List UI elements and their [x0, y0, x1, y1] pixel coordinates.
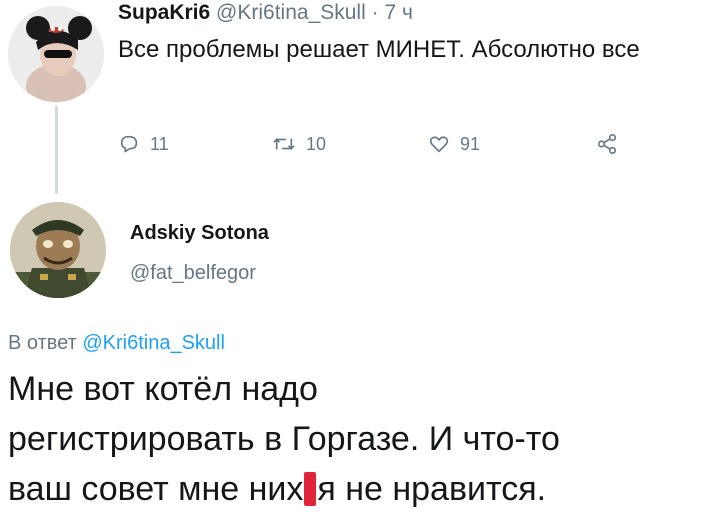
- header-separator: ·: [371, 1, 379, 24]
- tweet-text: Все проблемы решает МИНЕТ. Абсолютно все: [118, 36, 640, 63]
- tweet-actions: 11 10 91: [118, 128, 638, 160]
- reply-button[interactable]: 11: [118, 128, 169, 160]
- reply-author-handle[interactable]: @fat_belfegor: [130, 262, 256, 285]
- reply-count: 11: [150, 133, 169, 154]
- retweet-button[interactable]: 10: [272, 128, 326, 160]
- avatar-image: [8, 6, 104, 102]
- replying-to: В ответ @Kri6tina_Skull: [8, 332, 225, 355]
- author-name[interactable]: SupaKri6: [118, 1, 210, 24]
- avatar[interactable]: [8, 6, 104, 102]
- reply-author-name[interactable]: Adskiy Sotona: [130, 222, 269, 245]
- reply-text-line-2: регистрировать в Горгазе. И что-то: [8, 420, 560, 458]
- original-tweet: SupaKri6 @Kri6tina_Skull · 7 ч Все пробл…: [0, 0, 703, 194]
- replying-to-mention[interactable]: @Kri6tina_Skull: [82, 332, 225, 354]
- retweet-icon: [272, 133, 296, 155]
- reply-text: Мне вот котёл надо регистрировать в Горг…: [8, 364, 703, 514]
- reply-text-line-1: Мне вот котёл надо: [8, 370, 318, 408]
- reply-avatar-image: [10, 202, 106, 298]
- reply-text-before-censor: ваш совет мне них: [8, 470, 304, 508]
- tweet-time[interactable]: 7 ч: [384, 1, 412, 24]
- reply-icon: [118, 133, 140, 155]
- thread-line: [55, 106, 58, 194]
- share-icon: [596, 133, 618, 155]
- reply-text-after-censor: я не нравится.: [317, 470, 547, 508]
- replying-to-prefix: В ответ: [8, 332, 77, 354]
- reply-tweet: Adskiy Sotona @fat_belfegor В ответ @Kri…: [0, 194, 703, 516]
- like-count: 91: [460, 133, 481, 154]
- reply-text-line-3: ваш совет мне них я не нравится.: [8, 464, 703, 514]
- censor-block: [304, 472, 317, 506]
- heart-icon: [428, 133, 450, 155]
- retweet-count: 10: [306, 133, 327, 154]
- like-button[interactable]: 91: [428, 128, 480, 160]
- share-button[interactable]: [596, 128, 618, 160]
- author-handle[interactable]: @Kri6tina_Skull: [216, 1, 366, 24]
- tweet-header: SupaKri6 @Kri6tina_Skull · 7 ч: [118, 0, 413, 26]
- reply-avatar[interactable]: [10, 202, 106, 298]
